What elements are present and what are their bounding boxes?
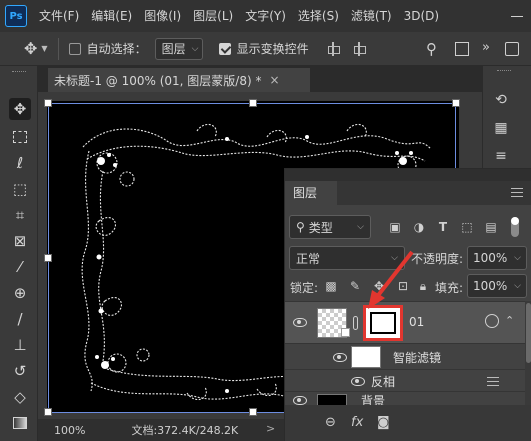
annotation-arrow-line bbox=[374, 250, 414, 300]
annotation-overlay bbox=[368, 250, 414, 309]
